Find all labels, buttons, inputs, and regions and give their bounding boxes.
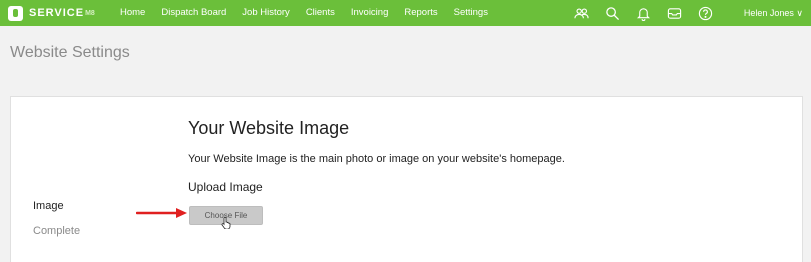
logo-text: SERVICE <box>29 7 85 19</box>
search-icon[interactable] <box>597 0 628 26</box>
page-title: Website Settings <box>10 44 130 61</box>
servicem8-logo[interactable]: SERVICE M8 <box>0 0 112 26</box>
inbox-icon[interactable] <box>659 0 690 26</box>
help-icon[interactable] <box>690 0 721 26</box>
bell-icon[interactable] <box>628 0 659 26</box>
side-step-label: Image <box>33 200 64 212</box>
top-nav-bar: SERVICE M8 Home Dispatch Board Job Histo… <box>0 0 811 26</box>
side-step-status: Complete <box>33 225 81 237</box>
settings-card <box>10 96 803 262</box>
user-menu[interactable]: Helen Jones ∨ <box>744 0 803 26</box>
nav-invoicing[interactable]: Invoicing <box>343 0 397 26</box>
nav-icon-group <box>566 0 721 26</box>
main-nav: Home Dispatch Board Job History Clients … <box>112 0 496 26</box>
upload-image-label: Upload Image <box>188 180 263 194</box>
nav-home[interactable]: Home <box>112 0 153 26</box>
section-heading: Your Website Image <box>188 118 350 138</box>
nav-job-history[interactable]: Job History <box>234 0 298 26</box>
logo-mark-icon <box>8 5 23 21</box>
nav-dispatch-board[interactable]: Dispatch Board <box>153 0 234 26</box>
nav-settings[interactable]: Settings <box>446 0 496 26</box>
nav-clients[interactable]: Clients <box>298 0 343 26</box>
people-icon[interactable] <box>566 0 597 26</box>
section-description: Your Website Image is the main photo or … <box>188 153 565 165</box>
logo-sup: M8 <box>85 9 95 17</box>
hand-cursor-icon <box>221 216 231 229</box>
red-arrow-annotation <box>136 208 187 218</box>
nav-reports[interactable]: Reports <box>396 0 445 26</box>
